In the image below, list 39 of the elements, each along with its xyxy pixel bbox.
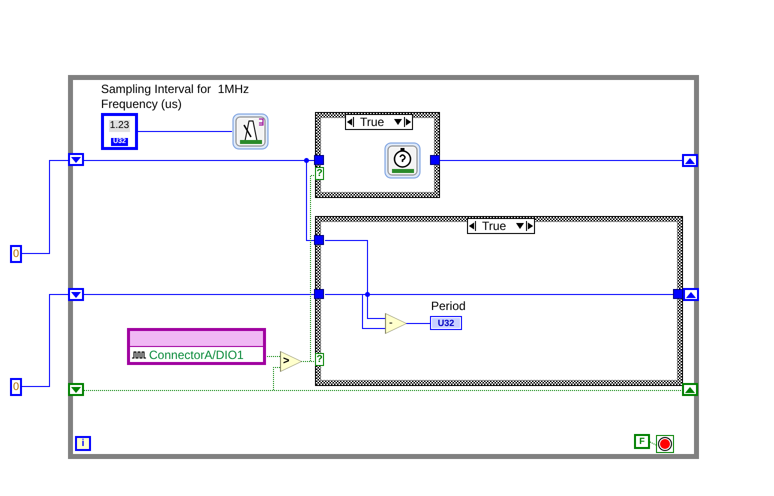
case-selector-terminal: ?: [315, 353, 324, 366]
numeric-constant: 0: [10, 378, 22, 396]
numeric-constant: 0: [10, 245, 22, 263]
data-type: U32: [432, 318, 460, 328]
decrement-arrow-icon: [468, 221, 476, 231]
shift-register-icon: [683, 288, 699, 301]
tunnel: [314, 235, 324, 245]
control-value: 1.23: [108, 120, 130, 132]
wire: [264, 356, 280, 357]
metronome-icon: [232, 113, 269, 150]
indicator-label: Period: [431, 299, 466, 313]
tunnel: [314, 289, 324, 299]
tunnel: [673, 289, 683, 299]
tunnel: [430, 155, 440, 165]
dropdown-arrow-icon: [516, 223, 524, 229]
boolean-constant: F: [634, 434, 650, 449]
stopwatch-icon: [384, 142, 421, 179]
tunnel: [314, 155, 324, 165]
wire-junction: [304, 158, 309, 163]
case-selector[interactable]: True: [345, 114, 413, 130]
channel-name: ConnectorA/DIO1: [149, 348, 244, 362]
decrement-arrow-icon: [346, 117, 354, 127]
case-selector-terminal: ?: [315, 167, 324, 180]
shift-register-icon: [682, 383, 698, 396]
shift-register-icon: [68, 288, 84, 301]
shift-register-icon: [682, 154, 698, 167]
iteration-terminal: i: [75, 436, 91, 451]
increment-arrow-icon: [526, 221, 534, 231]
wire: [650, 442, 656, 446]
stop-icon[interactable]: [656, 435, 674, 453]
shift-register-icon: [68, 383, 84, 396]
waveform-icon: [132, 350, 146, 358]
shift-register-icon: [68, 153, 84, 166]
case-selector[interactable]: True: [467, 218, 535, 234]
control-label: Sampling Interval for 1MHz Frequency (us): [101, 82, 250, 112]
wire-junction: [365, 292, 370, 297]
greater-than-node: >: [280, 351, 302, 372]
increment-arrow-icon: [404, 117, 412, 127]
dropdown-arrow-icon: [394, 119, 402, 125]
